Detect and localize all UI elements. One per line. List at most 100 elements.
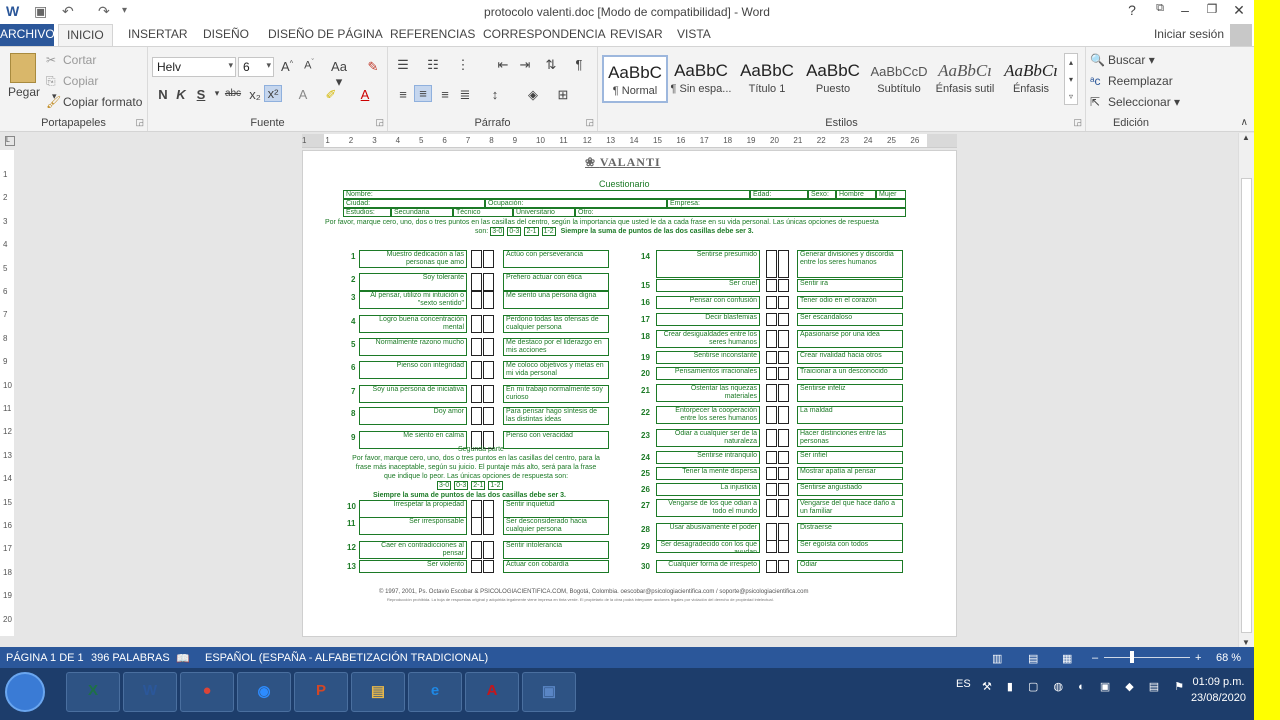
taskbar-app[interactable]: W (123, 672, 177, 712)
replace-button[interactable]: Reemplazar (1108, 74, 1173, 88)
borders-icon[interactable]: ⊞ (554, 87, 572, 103)
horizontal-ruler[interactable]: 1 1 2 3 4 5 6 7 8 9 10 11 12 13 14 15 16 17 18 19 20 21 22 23 24… (302, 134, 957, 148)
field-company[interactable]: Empresa: (667, 199, 906, 208)
paste-button[interactable]: Pegar (8, 85, 40, 99)
word-count[interactable]: 396 PALABRAS (91, 652, 170, 664)
print-layout-icon[interactable]: ▤ (1028, 652, 1038, 665)
score-box[interactable] (778, 467, 789, 480)
sort-icon[interactable]: ⇅ (542, 57, 560, 73)
score-box[interactable] (766, 367, 777, 380)
restore-icon[interactable]: ❐ (1200, 2, 1224, 16)
score-box[interactable] (483, 407, 494, 425)
field-age[interactable]: Edad: (750, 190, 808, 199)
scroll-down-icon[interactable]: ▼ (1242, 638, 1250, 647)
style-subtle-emphasis[interactable]: AaBbCı Énfasis sutil (932, 55, 998, 103)
clipboard-launcher-icon[interactable]: ◲ (135, 117, 144, 128)
score-box[interactable] (766, 540, 777, 553)
bullets-icon[interactable]: ☰ (394, 57, 412, 73)
score-box[interactable] (483, 541, 494, 559)
score-box[interactable] (778, 351, 789, 364)
style-normal[interactable]: AaBbC ¶ Normal (602, 55, 668, 103)
zoom-in-icon[interactable]: + (1195, 652, 1201, 664)
font-launcher-icon[interactable]: ◲ (375, 117, 384, 128)
taskbar-app[interactable]: ▣ (522, 672, 576, 712)
close-icon[interactable]: ✕ (1227, 2, 1251, 19)
score-box[interactable] (471, 407, 482, 425)
field-male[interactable]: Hombre (836, 190, 876, 199)
score-box[interactable] (778, 499, 789, 517)
web-layout-icon[interactable]: ▦ (1062, 652, 1072, 665)
score-box[interactable] (778, 483, 789, 496)
justify-icon[interactable]: ≣ (456, 87, 474, 103)
styles-launcher-icon[interactable]: ◲ (1073, 117, 1082, 128)
field-technical[interactable]: Técnico (453, 208, 513, 217)
subscript-button[interactable]: x₂ (246, 87, 264, 102)
clock[interactable]: 01:09 p.m. 23/08/2020 (1191, 674, 1246, 706)
select-button[interactable]: Seleccionar ▾ (1108, 95, 1180, 109)
strikethrough-button[interactable]: abc (222, 88, 244, 99)
score-box[interactable] (766, 406, 777, 424)
input-language[interactable]: ES (956, 678, 971, 690)
shrink-font-icon[interactable]: Aˇ (300, 59, 318, 72)
font-size-select[interactable]: 6 ▾ (238, 57, 274, 77)
line-spacing-icon[interactable]: ↕ (486, 87, 504, 102)
score-box[interactable] (483, 273, 494, 291)
field-university[interactable]: Universitario (513, 208, 575, 217)
tab-inicio[interactable]: INICIO (58, 24, 113, 47)
score-box[interactable] (778, 313, 789, 326)
score-box[interactable] (766, 451, 777, 464)
collapse-ribbon-icon[interactable]: ∧ (1241, 117, 1248, 128)
page-count[interactable]: PÁGINA 1 DE 1 (6, 652, 84, 664)
score-box[interactable] (471, 500, 482, 518)
score-box[interactable] (483, 291, 494, 309)
highlight-icon[interactable]: ✐ (322, 87, 340, 103)
taskbar-app[interactable]: ◉ (237, 672, 291, 712)
align-left-icon[interactable]: ≡ (394, 87, 412, 102)
score-box[interactable] (471, 541, 482, 559)
score-box[interactable] (778, 429, 789, 447)
score-box[interactable] (778, 279, 789, 292)
score-box[interactable] (483, 250, 494, 268)
score-box[interactable] (471, 291, 482, 309)
field-secondary[interactable]: Secundaria (391, 208, 453, 217)
scroll-thumb[interactable] (1241, 178, 1252, 633)
score-box[interactable] (778, 540, 789, 553)
field-name[interactable]: Nombre: (343, 190, 750, 199)
text-effects-icon[interactable]: A (294, 87, 312, 102)
score-box[interactable] (778, 406, 789, 424)
score-box[interactable] (766, 279, 777, 292)
align-center-icon[interactable]: ≡ (414, 85, 432, 102)
score-box[interactable] (471, 385, 482, 403)
italic-button[interactable]: K (172, 87, 190, 102)
zoom-slider-thumb[interactable] (1129, 651, 1134, 663)
styles-gallery-scroll[interactable]: ▴ ▾ ▿ (1064, 53, 1078, 105)
score-box[interactable] (766, 523, 777, 541)
taskbar-app[interactable]: X (66, 672, 120, 712)
font-color-icon[interactable]: A (356, 87, 374, 102)
tab-referencias[interactable]: REFERENCIAS (390, 27, 475, 41)
increase-indent-icon[interactable]: ⇥ (516, 57, 534, 73)
minimize-icon[interactable]: – (1173, 2, 1197, 18)
tab-correspondencia[interactable]: CORRESPONDENCIA (483, 27, 606, 41)
start-button[interactable] (5, 672, 45, 712)
zoom-level[interactable]: 68 % (1216, 652, 1241, 664)
score-box[interactable] (483, 560, 494, 573)
field-other[interactable]: Otro: (575, 208, 906, 217)
score-box[interactable] (471, 315, 482, 333)
style-title[interactable]: AaBbC Puesto (800, 55, 866, 103)
score-box[interactable] (766, 296, 777, 309)
score-box[interactable] (471, 361, 482, 379)
score-box[interactable] (778, 367, 789, 380)
score-box[interactable] (778, 451, 789, 464)
document-page[interactable]: ❀ VALANTI Cuestionario Nombre: Edad: Sex… (302, 150, 957, 637)
zoom-slider[interactable] (1104, 651, 1190, 663)
multilevel-icon[interactable]: ⋮ (454, 57, 472, 73)
font-name-select[interactable]: Helv ▾ (152, 57, 236, 77)
paragraph-launcher-icon[interactable]: ◲ (585, 117, 594, 128)
help-icon[interactable]: ? (1120, 2, 1144, 18)
shading-icon[interactable]: ◈ (524, 87, 542, 103)
vertical-ruler[interactable]: 1 2 3 4 5 6 7 8 9 10 11 12 13 14 15 16 17 18 19 20 (0, 150, 14, 636)
tab-revisar[interactable]: REVISAR (610, 27, 663, 41)
score-box[interactable] (471, 560, 482, 573)
read-mode-icon[interactable]: ▥ (992, 652, 1002, 665)
